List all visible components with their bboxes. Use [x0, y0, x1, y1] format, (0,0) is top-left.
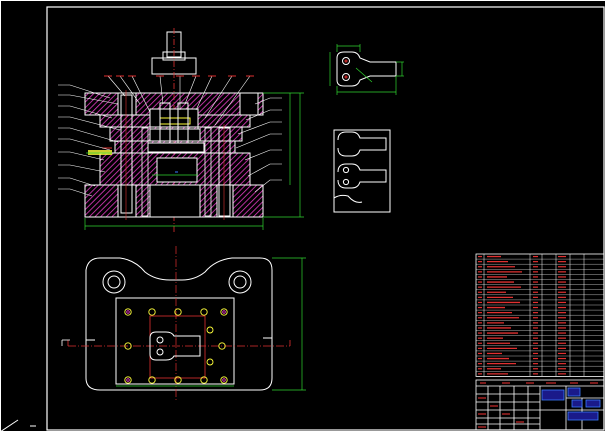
workpiece-part-view[interactable] — [329, 44, 404, 95]
title-block-name-cell — [541, 389, 565, 401]
bottom-plan-view[interactable] — [61, 246, 306, 400]
title-block[interactable] — [475, 379, 605, 431]
guide-bushing-left — [102, 270, 126, 294]
guide-bushing-right — [228, 270, 252, 294]
front-section-view[interactable] — [58, 28, 304, 232]
cad-drawing-sheet[interactable] — [0, 0, 606, 432]
strip-layout-view[interactable] — [333, 129, 391, 213]
bom-table — [475, 253, 605, 377]
bill-of-materials[interactable] — [475, 253, 605, 377]
